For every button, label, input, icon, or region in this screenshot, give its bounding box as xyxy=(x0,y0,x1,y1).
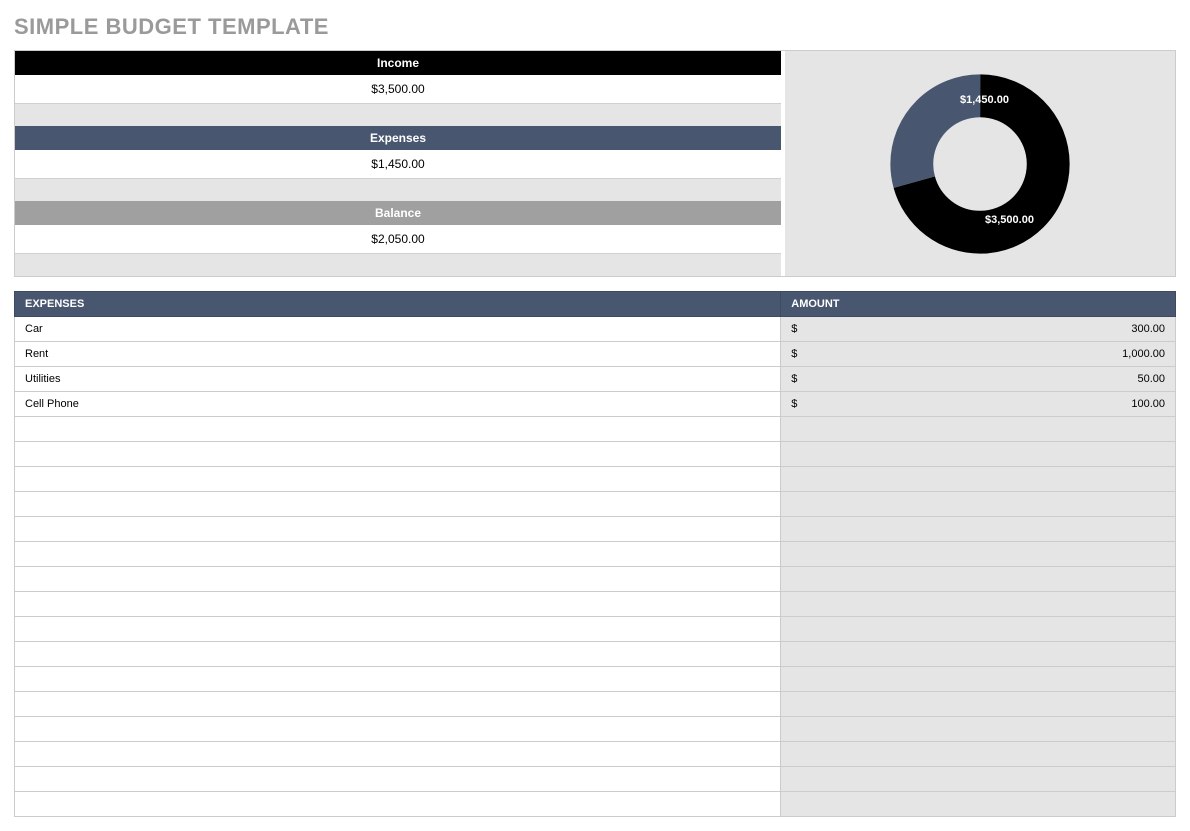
table-row xyxy=(15,492,1176,517)
expenses-header: Expenses xyxy=(15,126,781,150)
expense-amount-cell[interactable]: $300.00 xyxy=(781,317,1176,342)
expense-amount-cell[interactable] xyxy=(781,692,1176,717)
expense-amount-cell[interactable] xyxy=(781,467,1176,492)
expense-name-cell[interactable] xyxy=(15,542,781,567)
expense-amount-cell[interactable] xyxy=(781,642,1176,667)
expense-amount-cell[interactable] xyxy=(781,517,1176,542)
summary-section: Income $3,500.00 Expenses $1,450.00 Bala… xyxy=(14,50,1176,277)
table-row xyxy=(15,467,1176,492)
expense-name-cell[interactable] xyxy=(15,717,781,742)
expenses-table: EXPENSES AMOUNT Car$300.00Rent$1,000.00U… xyxy=(14,291,1176,817)
table-row xyxy=(15,667,1176,692)
expense-amount-cell[interactable]: $50.00 xyxy=(781,367,1176,392)
table-row: Cell Phone$100.00 xyxy=(15,392,1176,417)
col-header-amount: AMOUNT xyxy=(781,292,1176,317)
spacer xyxy=(15,104,781,126)
table-row xyxy=(15,767,1176,792)
table-row xyxy=(15,742,1176,767)
table-row xyxy=(15,517,1176,542)
expense-amount-cell[interactable] xyxy=(781,717,1176,742)
table-row xyxy=(15,567,1176,592)
col-header-expenses: EXPENSES xyxy=(15,292,781,317)
table-row: Rent$1,000.00 xyxy=(15,342,1176,367)
expense-name-cell[interactable] xyxy=(15,667,781,692)
table-row xyxy=(15,692,1176,717)
expense-name-cell[interactable] xyxy=(15,742,781,767)
expense-name-cell[interactable] xyxy=(15,492,781,517)
spacer xyxy=(15,179,781,201)
income-value[interactable]: $3,500.00 xyxy=(15,75,781,104)
expense-amount-cell[interactable] xyxy=(781,742,1176,767)
table-row: Utilities$50.00 xyxy=(15,367,1176,392)
table-row xyxy=(15,642,1176,667)
expense-name-cell[interactable] xyxy=(15,767,781,792)
expense-amount-cell[interactable] xyxy=(781,667,1176,692)
expense-name-cell[interactable] xyxy=(15,692,781,717)
expense-name-cell[interactable] xyxy=(15,417,781,442)
table-row xyxy=(15,442,1176,467)
spacer xyxy=(15,254,781,276)
table-row xyxy=(15,792,1176,817)
expense-amount-cell[interactable] xyxy=(781,792,1176,817)
balance-value: $2,050.00 xyxy=(15,225,781,254)
table-row xyxy=(15,542,1176,567)
table-row: Car$300.00 xyxy=(15,317,1176,342)
expense-amount-cell[interactable] xyxy=(781,442,1176,467)
expense-amount-cell[interactable] xyxy=(781,542,1176,567)
table-row xyxy=(15,592,1176,617)
expense-amount-cell[interactable]: $1,000.00 xyxy=(781,342,1176,367)
expense-name-cell[interactable]: Utilities xyxy=(15,367,781,392)
table-row xyxy=(15,417,1176,442)
expense-amount-cell[interactable] xyxy=(781,617,1176,642)
expense-amount-cell[interactable]: $100.00 xyxy=(781,392,1176,417)
expense-name-cell[interactable] xyxy=(15,467,781,492)
expense-name-cell[interactable] xyxy=(15,792,781,817)
expense-name-cell[interactable]: Cell Phone xyxy=(15,392,781,417)
income-header: Income xyxy=(15,51,781,75)
expense-amount-cell[interactable] xyxy=(781,767,1176,792)
balance-header: Balance xyxy=(15,201,781,225)
expense-name-cell[interactable] xyxy=(15,567,781,592)
expense-name-cell[interactable] xyxy=(15,617,781,642)
donut-label-income: $3,500.00 xyxy=(985,214,1034,226)
page-title: SIMPLE BUDGET TEMPLATE xyxy=(14,14,1176,40)
expense-amount-cell[interactable] xyxy=(781,592,1176,617)
expense-name-cell[interactable] xyxy=(15,592,781,617)
expense-amount-cell[interactable] xyxy=(781,417,1176,442)
summary-column: Income $3,500.00 Expenses $1,450.00 Bala… xyxy=(15,51,781,276)
expense-name-cell[interactable]: Rent xyxy=(15,342,781,367)
table-row xyxy=(15,717,1176,742)
expense-name-cell[interactable] xyxy=(15,517,781,542)
table-row xyxy=(15,617,1176,642)
expense-name-cell[interactable] xyxy=(15,642,781,667)
expenses-value: $1,450.00 xyxy=(15,150,781,179)
donut-chart: $1,450.00 $3,500.00 xyxy=(785,51,1175,276)
expense-amount-cell[interactable] xyxy=(781,492,1176,517)
expense-amount-cell[interactable] xyxy=(781,567,1176,592)
donut-hole xyxy=(937,121,1023,207)
expense-name-cell[interactable]: Car xyxy=(15,317,781,342)
expense-name-cell[interactable] xyxy=(15,442,781,467)
donut-label-expenses: $1,450.00 xyxy=(960,94,1009,106)
